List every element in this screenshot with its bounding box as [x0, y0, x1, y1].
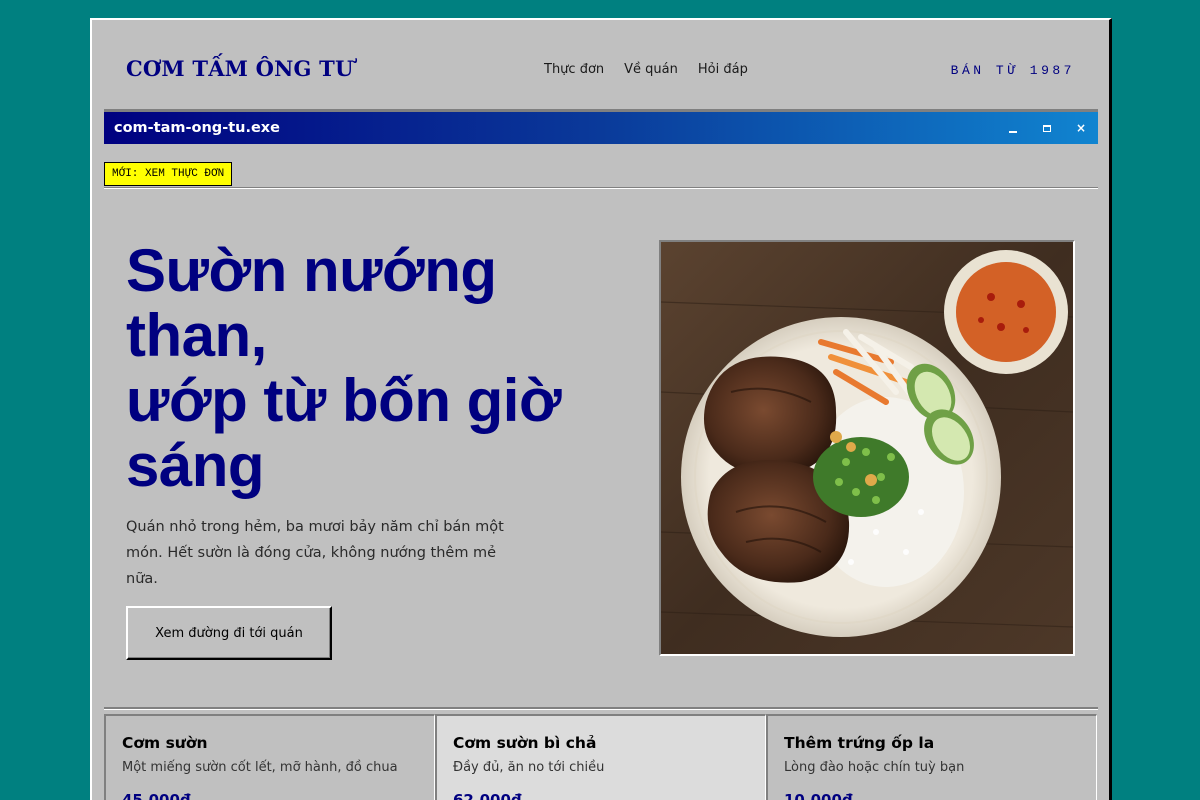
minimize-button[interactable]	[996, 112, 1030, 144]
nav-link-about[interactable]: Về quán	[624, 62, 678, 77]
main-nav: Thực đơn Về quán Hỏi đáp	[544, 62, 768, 77]
menu-card-name: Thêm trứng ốp la	[784, 734, 935, 752]
menu-card-price: 45.000đ	[122, 791, 191, 800]
menu-divider	[104, 707, 1098, 710]
menu-cards: Cơm sườn Một miếng sườn cốt lết, mỡ hành…	[104, 714, 1098, 800]
hero-title-line: than,	[126, 302, 267, 369]
menu-card-name: Cơm sườn bì chả	[453, 734, 597, 752]
hero-photo	[659, 240, 1075, 656]
new-menu-badge[interactable]: MỚI: XEM THỰC ĐƠN	[104, 162, 233, 186]
browser-window: CƠM TẤM ÔNG TƯ Thực đơn Về quán Hỏi đáp …	[90, 18, 1112, 800]
hero-title-line: Sườn nướng	[126, 237, 497, 304]
since-tagline: BÁN TỪ 1987	[950, 63, 1075, 78]
menu-card[interactable]: Cơm sườn bì chả Đầy đủ, ăn no tới chiều …	[435, 714, 766, 800]
window-title: com-tam-ong-tu.exe	[114, 120, 280, 136]
window-titlebar[interactable]: com-tam-ong-tu.exe ×	[104, 112, 1098, 144]
menu-card-description: Đầy đủ, ăn no tới chiều	[453, 760, 605, 775]
section-divider	[104, 187, 1098, 189]
nav-link-menu[interactable]: Thực đơn	[544, 62, 604, 77]
maximize-icon	[1043, 124, 1051, 132]
maximize-button[interactable]	[1030, 112, 1064, 144]
menu-card-price: 10.000đ	[784, 791, 853, 800]
menu-card-description: Lòng đào hoặc chín tuỳ bạn	[784, 760, 965, 775]
brand-logo[interactable]: CƠM TẤM ÔNG TƯ	[126, 56, 354, 81]
hero-title-line: ướp từ bốn giờ	[126, 367, 562, 434]
com-tam-dish-image	[661, 242, 1073, 654]
hero-title-line: sáng	[126, 432, 265, 499]
menu-card-description: Một miếng sườn cốt lết, mỡ hành, đồ chua	[122, 760, 398, 775]
hero-title: Sườn nướng than, ướp từ bốn giờ sáng	[126, 238, 596, 498]
close-icon: ×	[1075, 121, 1087, 135]
menu-card-name: Cơm sườn	[122, 734, 208, 752]
menu-card[interactable]: Cơm sườn Một miếng sườn cốt lết, mỡ hành…	[104, 714, 435, 800]
close-button[interactable]: ×	[1064, 112, 1098, 144]
site-header: CƠM TẤM ÔNG TƯ Thực đơn Về quán Hỏi đáp …	[92, 20, 1109, 112]
window-controls: ×	[996, 112, 1098, 144]
nav-link-faq[interactable]: Hỏi đáp	[698, 62, 748, 77]
menu-card-price: 62.000đ	[453, 791, 522, 800]
menu-card[interactable]: Thêm trứng ốp la Lòng đào hoặc chín tuỳ …	[766, 714, 1097, 800]
directions-button[interactable]: Xem đường đi tới quán	[126, 606, 332, 660]
minimize-icon	[1009, 130, 1017, 133]
hero-description: Quán nhỏ trong hẻm, ba mươi bảy năm chỉ …	[126, 519, 504, 587]
